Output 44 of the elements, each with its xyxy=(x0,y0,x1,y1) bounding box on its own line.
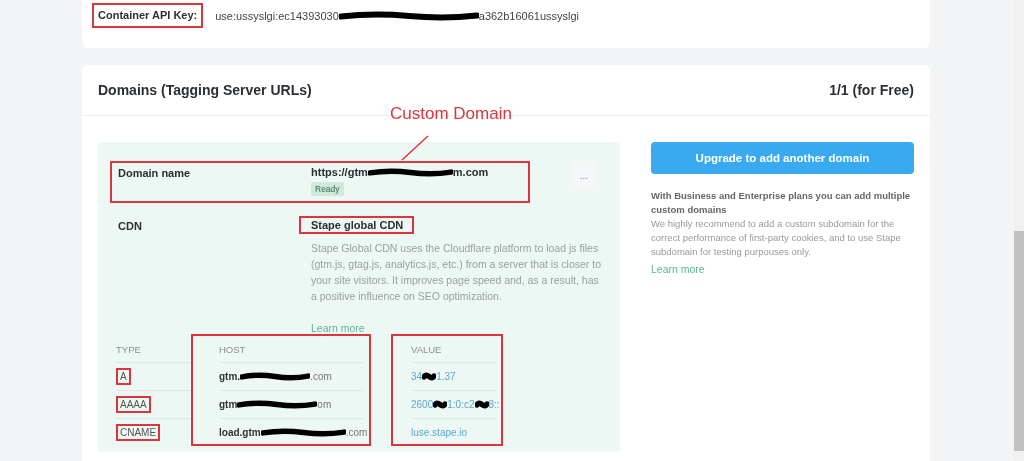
learn-more-link[interactable]: Learn more xyxy=(651,263,705,275)
record-type: CNAME xyxy=(116,424,161,441)
field-label: Domain name xyxy=(118,166,192,181)
scrollbar[interactable] xyxy=(1014,0,1024,461)
cdn-description: Stape Global CDN uses the Cloudflare platform to load js files (gtm.js, gtag.js, analytics.js, etc.) from a server that is closer to your site visitors. It improves page speed and, as a result, has a positive influence on SEO optimization. xyxy=(311,241,602,304)
api-key-text: a362b16061ussyslgi xyxy=(478,9,580,22)
domain-url: https://gtm xyxy=(311,166,368,178)
redaction-mark xyxy=(240,372,311,381)
redaction-mark xyxy=(433,400,448,409)
redaction-mark xyxy=(422,372,437,381)
plan-note: We highly recommend to add a custom subdomain for the correct performance of first-party cookies, and to use Stape subdomain for testing purpouses only. xyxy=(651,217,902,259)
record-type: AAAA xyxy=(116,396,151,413)
record-value: 2600 xyxy=(411,399,434,410)
record-type: A xyxy=(116,368,131,385)
cdn-name: Stape global CDN xyxy=(299,216,415,234)
plan-note-title: With Business and Enterprise plans you can add multiple custom domains xyxy=(651,189,912,217)
column-header: VALUE xyxy=(411,338,495,363)
field-label: Container API Key: xyxy=(92,3,204,28)
status-badge: Ready xyxy=(311,182,344,196)
column-header: TYPE xyxy=(116,338,191,363)
host-text: load.gtm xyxy=(219,427,261,438)
scrollbar-thumb[interactable] xyxy=(1014,231,1024,451)
redaction-mark xyxy=(474,400,489,409)
upgrade-button[interactable]: Upgrade to add another domain xyxy=(651,142,914,174)
more-button[interactable]: ... xyxy=(570,161,598,189)
host-text: .com xyxy=(310,371,332,382)
record-value: 1.37 xyxy=(436,371,456,382)
record-value: 1:0:c2 xyxy=(447,399,475,410)
column-header: HOST xyxy=(219,338,363,363)
field-label: CDN xyxy=(118,219,143,234)
leader-line xyxy=(401,135,429,161)
domain-url: m.com xyxy=(452,166,489,178)
section-title: Domains (Tagging Server URLs) xyxy=(98,82,312,98)
host-text: gtm. xyxy=(219,371,241,382)
learn-more-link[interactable]: Learn more xyxy=(311,322,365,334)
api-key-text: use:ussyslgi:ec14393030 xyxy=(215,9,339,22)
record-value: 8:: xyxy=(488,399,500,410)
annotation-label: Custom Domain xyxy=(390,104,512,124)
host-text: gtm xyxy=(219,399,238,410)
host-text: .com xyxy=(345,427,368,438)
record-value: luse.stape.io xyxy=(411,427,468,438)
quota-text: 1/1 (for Free) xyxy=(829,82,914,98)
host-text: om xyxy=(317,399,332,410)
record-value: 34 xyxy=(411,371,423,382)
